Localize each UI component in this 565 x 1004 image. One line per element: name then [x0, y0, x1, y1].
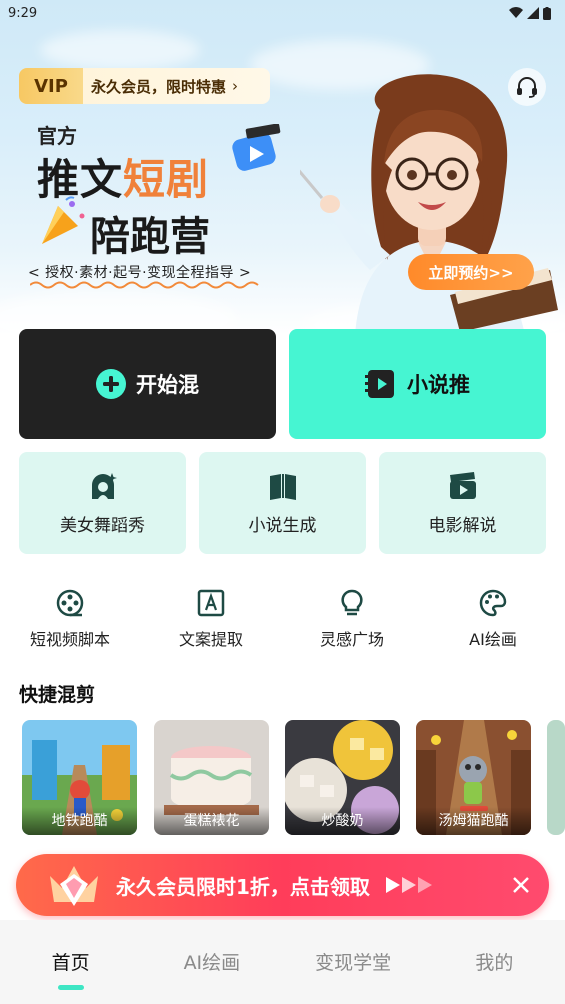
quick-mix-item-cake[interactable]: 蛋糕裱花: [154, 720, 269, 835]
active-tab-indicator: [57, 985, 84, 990]
battery-icon: [543, 6, 551, 20]
banner-title-line2: 陪跑营: [90, 214, 210, 260]
reserve-button[interactable]: 立即预约>>: [408, 254, 534, 290]
tab-label: 首页: [51, 952, 90, 974]
vip-tag: VIP: [19, 68, 83, 104]
novel-promo-label: 小说推: [407, 373, 470, 397]
quick-mix-label: 炒酸奶: [285, 807, 400, 835]
tool-label: 文案提取: [178, 630, 243, 649]
tool-label: 短视频脚本: [29, 630, 110, 649]
banner-subtitle: < 授权·素材·起号·变现全程指导 >: [28, 265, 252, 281]
quick-mix-label: 汤姆猫跑酷: [416, 807, 531, 835]
quick-mix-item-yogurt[interactable]: 炒酸奶: [285, 720, 400, 835]
feature-card-dance[interactable]: 美女舞蹈秀: [19, 452, 186, 554]
tool-label: AI绘画: [469, 630, 517, 649]
dancer-icon: [91, 472, 117, 499]
plus-circle-icon: [96, 369, 126, 399]
video-play-decoration: [228, 123, 288, 188]
close-icon[interactable]: [507, 871, 535, 903]
tool-ai-painting[interactable]: AI绘画: [438, 588, 548, 650]
start-mix-label: 开始混: [136, 373, 199, 397]
clapperboard-icon: [449, 471, 476, 499]
diamond-crown-icon: [50, 866, 98, 906]
quick-mix-item-tomcat[interactable]: 汤姆猫跑酷: [416, 720, 531, 835]
party-popper-icon: [38, 196, 86, 252]
tab-label: 变现学堂: [315, 952, 392, 974]
quick-mix-label: 蛋糕裱花: [154, 807, 269, 835]
quick-mix-title: 快捷混剪: [19, 684, 96, 706]
book-icon: [269, 473, 296, 500]
feature-card-movie[interactable]: 电影解说: [379, 452, 546, 554]
tab-label: 我的: [475, 952, 514, 974]
feature-card-label: 小说生成: [248, 515, 317, 536]
tab-monetize-school[interactable]: 变现学堂: [283, 920, 424, 1004]
squiggle-decoration: [30, 281, 259, 289]
headset-icon: [517, 77, 537, 98]
arrows-right-icon: [385, 877, 434, 893]
signal-icon: [527, 7, 539, 19]
vip-text: 永久会员，限时特惠: [91, 77, 227, 96]
banner-title-highlight: 短剧: [123, 155, 210, 204]
tool-text-extract[interactable]: 文案提取: [156, 588, 266, 650]
quick-mix-item-partial[interactable]: [547, 720, 565, 835]
tab-label: AI绘画: [183, 952, 241, 974]
tab-home[interactable]: 首页: [0, 920, 141, 1004]
tool-label: 灵感广场: [319, 630, 384, 649]
film-reel-icon: [56, 589, 84, 617]
feature-card-novel[interactable]: 小说生成: [199, 452, 366, 554]
palette-icon: [479, 589, 507, 617]
video-file-icon: [365, 370, 394, 398]
feature-card-label: 美女舞蹈秀: [60, 515, 145, 536]
lightbulb-icon: [341, 589, 363, 616]
customer-service-button[interactable]: [508, 68, 546, 106]
start-mix-button[interactable]: 开始混: [19, 329, 276, 439]
mascot-girl-illustration: [300, 74, 558, 335]
status-bar: 9:29: [0, 0, 565, 26]
bottom-tab-bar: 首页 AI绘画 变现学堂 我的: [0, 920, 565, 1004]
banner-official-label: 官方: [37, 124, 77, 148]
feature-card-label: 电影解说: [428, 515, 497, 536]
status-icons: [509, 6, 551, 20]
tool-inspiration[interactable]: 灵感广场: [297, 588, 407, 650]
chevron-right-icon: ›: [232, 77, 239, 95]
tool-video-script[interactable]: 短视频脚本: [15, 588, 125, 650]
wifi-icon: [509, 7, 523, 18]
partial-thumbnail: [547, 720, 565, 835]
text-extract-icon: [197, 589, 225, 617]
membership-promo-banner[interactable]: 永久会员限时1折，点击领取: [16, 854, 549, 916]
status-time: 9:29: [8, 5, 38, 21]
vip-promo-pill[interactable]: VIP 永久会员，限时特惠 ›: [19, 68, 270, 104]
quick-mix-label: 地铁跑酷: [22, 807, 137, 835]
quick-mix-item-subway[interactable]: 地铁跑酷: [22, 720, 137, 835]
novel-promo-button[interactable]: 小说推: [289, 329, 546, 439]
tab-ai-painting[interactable]: AI绘画: [141, 920, 282, 1004]
promo-text: 永久会员限时1折，点击领取: [116, 874, 370, 899]
tab-profile[interactable]: 我的: [424, 920, 565, 1004]
